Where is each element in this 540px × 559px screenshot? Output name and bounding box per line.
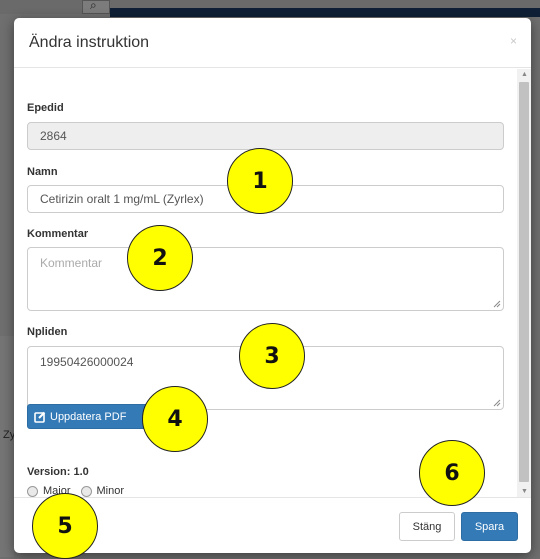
annotation-callout-3: 3	[239, 323, 305, 389]
dialog-title: Ändra instruktion	[29, 34, 150, 51]
background-nav-strip	[110, 8, 540, 17]
update-pdf-label: Uppdatera PDF	[50, 410, 127, 423]
background-panel	[0, 336, 14, 557]
scroll-up-arrow-icon[interactable]: ▲	[521, 71, 528, 78]
background-search-button: ⌕	[82, 0, 110, 14]
annotation-callout-5: 5	[32, 493, 98, 559]
epedid-label: Epedid	[27, 102, 64, 114]
namn-label: Namn	[27, 166, 58, 178]
annotation-callout-2: 2	[127, 225, 193, 291]
dialog-body: Epedid 2864 Namn Cetirizin oralt 1 mg/mL…	[14, 69, 517, 497]
resize-grip-icon[interactable]	[493, 300, 501, 308]
close-button[interactable]: Stäng	[399, 512, 455, 541]
radio-minor-label[interactable]: Minor	[97, 485, 125, 497]
npliden-label: Npliden	[27, 326, 68, 338]
annotation-callout-4: 4	[142, 386, 208, 452]
annotation-callout-1: 1	[227, 148, 293, 214]
edit-square-icon	[34, 411, 46, 423]
kommentar-textarea[interactable]: Kommentar	[27, 247, 504, 311]
version-label: Version: 1.0	[27, 466, 89, 478]
kommentar-placeholder: Kommentar	[40, 256, 103, 270]
scroll-down-arrow-icon[interactable]: ▼	[521, 488, 528, 495]
dialog-header: Ändra instruktion ×	[14, 18, 531, 68]
update-pdf-button[interactable]: Uppdatera PDF	[27, 404, 148, 429]
npliden-value: 19950426000024	[40, 355, 134, 369]
search-icon: ⌕	[90, 0, 97, 12]
close-icon[interactable]: ×	[510, 34, 517, 48]
scrollbar-thumb[interactable]	[519, 82, 529, 482]
dialog-scrollbar[interactable]: ▲ ▼	[517, 69, 531, 497]
annotation-callout-6: 6	[419, 440, 485, 506]
radio-major[interactable]	[27, 485, 38, 497]
version-radio-group: Major Minor	[27, 485, 134, 497]
epedid-field: 2864	[27, 122, 504, 150]
kommentar-label: Kommentar	[27, 228, 89, 240]
resize-grip-icon[interactable]	[493, 399, 501, 407]
radio-minor[interactable]	[80, 485, 92, 497]
save-button[interactable]: Spara	[461, 512, 518, 541]
